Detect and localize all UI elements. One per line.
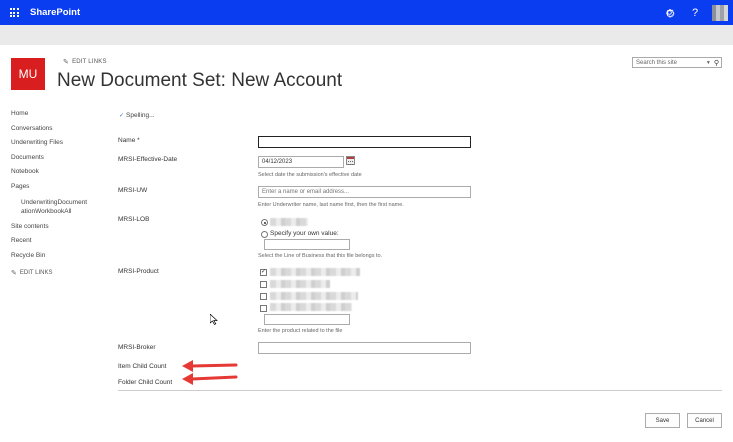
product-checkbox-3[interactable] (260, 293, 267, 300)
lob-specify-label: Specify your own value: (270, 230, 339, 237)
app-brand[interactable]: SharePoint (30, 7, 80, 18)
calendar-icon[interactable] (346, 156, 355, 165)
annotation-arrow-icon (182, 373, 238, 385)
effective-date-field[interactable]: 04/12/2023 (258, 156, 344, 168)
edit-links-nav[interactable]: ✎ EDIT LINKS (11, 269, 106, 277)
item-child-count-label: Item Child Count (118, 363, 167, 370)
effective-date-label: MRSI-Effective-Date (118, 156, 178, 163)
edit-links-label: EDIT LINKS (72, 59, 107, 65)
site-logo[interactable]: MU (11, 58, 45, 90)
gear-icon[interactable] (656, 0, 682, 25)
save-button[interactable]: Save (645, 413, 680, 428)
spelling-label: Spelling... (126, 112, 155, 119)
lob-hint: Select the Line of Business that this fi… (258, 253, 383, 259)
product-checkbox-4[interactable] (260, 305, 267, 312)
uw-label: MRSI-UW (118, 187, 148, 194)
mouse-cursor-icon (210, 314, 218, 325)
edit-links-nav-label: EDIT LINKS (19, 270, 53, 277)
lob-specify-field[interactable] (264, 239, 350, 250)
folder-child-count-label: Folder Child Count (118, 379, 173, 386)
suite-bar: SharePoint ? (0, 0, 733, 25)
effective-date-hint: Select date the submission's effective d… (258, 172, 362, 178)
nav-sub-line2: ationWorkbookAll (21, 207, 72, 215)
lob-preset-value-redacted (270, 218, 308, 226)
uw-hint: Enter Underwriter name, last name first,… (258, 202, 404, 208)
lob-label: MRSI-LOB (118, 216, 150, 223)
product-label: MRSI-Product (118, 268, 159, 275)
avatar[interactable] (712, 4, 728, 21)
nav-item-underwriting-files[interactable]: Underwriting Files (11, 136, 106, 151)
product-option-1-redacted (270, 268, 360, 276)
cancel-button[interactable]: Cancel (687, 413, 722, 428)
spelling-button[interactable]: ✓ Spelling... (119, 112, 155, 119)
lob-radio-specify[interactable] (261, 231, 268, 238)
search-placeholder: Search this site (636, 59, 678, 66)
uw-field[interactable]: Enter a name or email address... (258, 186, 471, 198)
nav-item-conversations[interactable]: Conversations (11, 122, 106, 137)
broker-field[interactable] (258, 342, 471, 354)
nav-item-home[interactable]: Home (11, 107, 106, 122)
name-label: Name * (118, 137, 140, 144)
product-specify-field[interactable] (264, 314, 350, 325)
left-nav: Home Conversations Underwriting Files Do… (11, 107, 106, 277)
nav-item-site-contents[interactable]: Site contents (11, 220, 106, 235)
product-checkbox-2[interactable] (260, 281, 267, 288)
form-divider (118, 390, 722, 391)
search-icon[interactable]: ⚲ (714, 59, 719, 67)
product-checkbox-1[interactable]: ✓ (260, 269, 267, 276)
spelling-icon: ✓ (119, 113, 125, 119)
nav-item-notebook[interactable]: Notebook (11, 165, 106, 180)
pencil-icon: ✎ (63, 59, 70, 66)
nav-item-pages[interactable]: Pages (11, 180, 106, 195)
product-hint: Enter the product related to the file (258, 328, 343, 334)
product-option-3-redacted (270, 292, 358, 300)
chevron-down-icon[interactable]: ▼ (706, 60, 711, 66)
product-option-4-redacted (270, 303, 352, 311)
search-input[interactable]: Search this site ▼ ⚲ (632, 57, 722, 68)
help-icon[interactable]: ? (682, 0, 708, 25)
nav-item-underwriting-workbook[interactable]: UnderwritingDocument ationWorkbookAll (11, 198, 106, 216)
lob-radio-preset[interactable] (261, 219, 268, 226)
broker-label: MRSI-Broker (118, 344, 156, 351)
waffle-icon[interactable] (0, 0, 28, 25)
product-option-2-redacted (270, 280, 330, 288)
nav-item-recycle-bin[interactable]: Recycle Bin (11, 249, 106, 264)
page-title: New Document Set: New Account (57, 70, 343, 91)
name-field[interactable] (258, 136, 471, 148)
nav-sub-line1: UnderwritingDocument (21, 198, 88, 206)
edit-links-top[interactable]: ✎ EDIT LINKS (63, 58, 107, 66)
nav-item-documents[interactable]: Documents (11, 151, 106, 166)
pencil-icon: ✎ (11, 270, 17, 278)
nav-item-recent[interactable]: Recent (11, 234, 106, 249)
ribbon-bar (0, 25, 733, 45)
annotation-arrow-icon (182, 360, 238, 372)
